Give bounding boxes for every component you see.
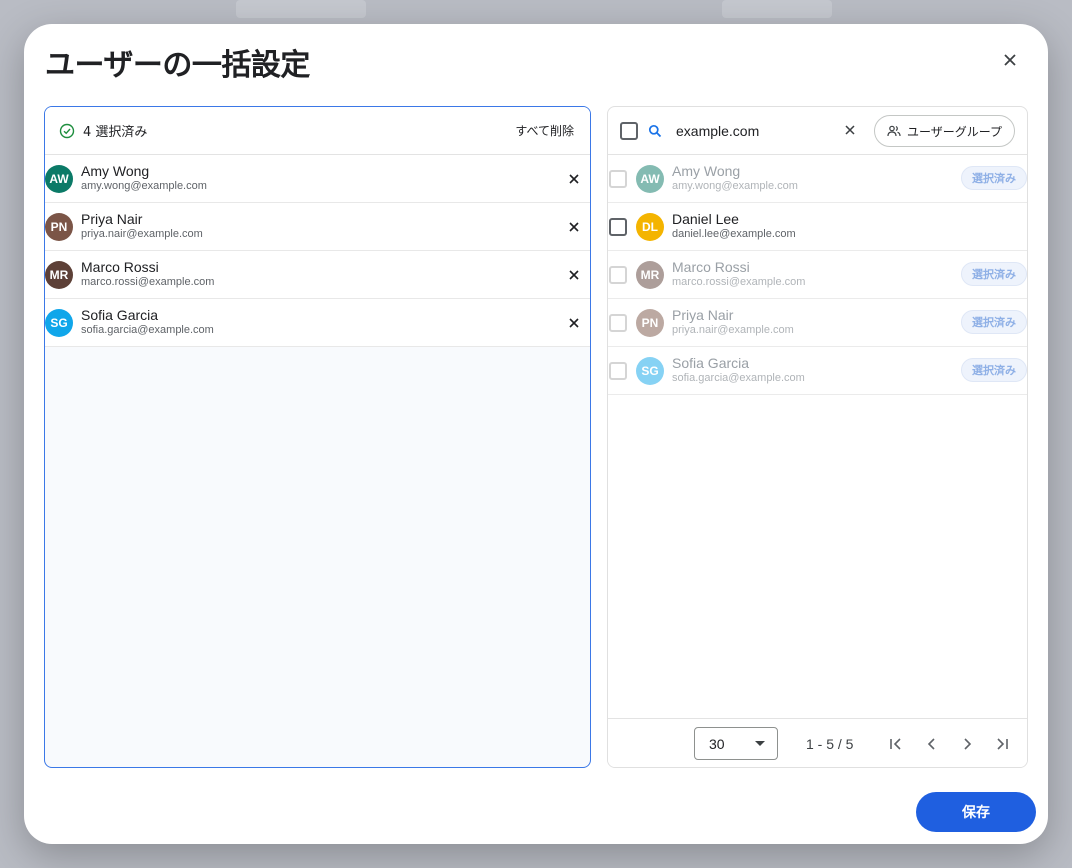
user-name: Priya Nair bbox=[672, 306, 734, 323]
selected-user-row: AW Amy Wong amy.wong@example.com bbox=[45, 155, 590, 203]
clear-all-button[interactable]: すべて削除 bbox=[515, 122, 574, 139]
user-email: priya.nair@example.com bbox=[81, 228, 203, 241]
chevron-right-icon bbox=[964, 738, 972, 750]
remove-user-button[interactable] bbox=[564, 313, 584, 333]
user-name: Marco Rossi bbox=[672, 258, 750, 275]
avatar: DL bbox=[636, 212, 664, 241]
user-info: Sofia Garcia sofia.garcia@example.com bbox=[81, 307, 214, 338]
avatar: MR bbox=[45, 260, 73, 289]
selected-users-panel: 4 選択済み すべて削除 AW Amy Wong amy.wong@example.… bbox=[44, 106, 591, 768]
pagination-bar: 30 1 - 5 / 5 bbox=[608, 718, 1027, 767]
dialog-title: ユーザーの一括設定 bbox=[45, 48, 310, 83]
user-email: marco.rossi@example.com bbox=[81, 276, 215, 289]
user-name: Marco Rossi bbox=[81, 258, 159, 275]
user-name: Daniel Lee bbox=[672, 210, 739, 227]
row-checkbox bbox=[609, 361, 627, 380]
user-name: Sofia Garcia bbox=[672, 354, 750, 371]
last-page-button[interactable] bbox=[990, 732, 1014, 756]
search-result-row: MR Marco Rossi marco.rossi@example.com 選択済み bbox=[608, 251, 1027, 299]
selected-chip: 選択済み bbox=[961, 262, 1027, 286]
row-checkbox bbox=[609, 265, 627, 284]
user-info: Sofia Garcia sofia.garcia@example.com bbox=[672, 355, 805, 386]
dropdown-caret-icon bbox=[755, 741, 765, 746]
user-email: priya.nair@example.com bbox=[672, 324, 794, 337]
remove-user-button[interactable] bbox=[564, 169, 584, 189]
user-group-button[interactable]: ユーザーグループ bbox=[874, 115, 1016, 147]
user-group-label: ユーザーグループ bbox=[907, 124, 1003, 139]
select-all-checkbox[interactable] bbox=[620, 121, 638, 140]
chevron-left-icon bbox=[927, 738, 935, 750]
bulk-user-dialog: ユーザーの一括設定 4 選択済み すべて削除 AW Amy Wong amy.won… bbox=[24, 24, 1048, 844]
background-page-hint bbox=[722, 0, 832, 18]
user-name: Sofia Garcia bbox=[81, 306, 159, 323]
close-icon bbox=[569, 318, 579, 328]
avatar: SG bbox=[45, 308, 73, 337]
user-name: Amy Wong bbox=[81, 162, 150, 179]
remove-user-button[interactable] bbox=[564, 265, 584, 285]
row-checkbox[interactable] bbox=[609, 217, 627, 236]
page-size-value: 30 bbox=[709, 735, 725, 752]
selected-user-row: SG Sofia Garcia sofia.garcia@example.com bbox=[45, 299, 590, 347]
search-result-row[interactable]: DL Daniel Lee daniel.lee@example.com bbox=[608, 203, 1027, 251]
search-result-row: AW Amy Wong amy.wong@example.com 選択済み bbox=[608, 155, 1027, 203]
avatar: PN bbox=[636, 308, 664, 337]
clear-search-button[interactable] bbox=[842, 122, 858, 138]
user-email: sofia.garcia@example.com bbox=[672, 372, 805, 385]
close-icon bbox=[569, 222, 579, 232]
user-name: Amy Wong bbox=[672, 162, 741, 179]
user-info: Amy Wong amy.wong@example.com bbox=[81, 163, 207, 194]
page-size-select[interactable]: 30 bbox=[694, 727, 778, 760]
background-page-hint bbox=[236, 0, 366, 18]
remove-user-button[interactable] bbox=[564, 217, 584, 237]
first-page-icon bbox=[890, 738, 901, 750]
avatar: SG bbox=[636, 356, 664, 385]
selected-chip: 選択済み bbox=[961, 310, 1027, 334]
selected-list: AW Amy Wong amy.wong@example.com PN Priya Na… bbox=[45, 155, 590, 347]
close-icon bbox=[569, 174, 579, 184]
close-icon bbox=[1004, 54, 1016, 66]
user-info: Daniel Lee daniel.lee@example.com bbox=[672, 211, 796, 242]
selected-chip: 選択済み bbox=[961, 358, 1027, 382]
selected-user-row: PN Priya Nair priya.nair@example.com bbox=[45, 203, 590, 251]
user-info: Marco Rossi marco.rossi@example.com bbox=[672, 259, 805, 290]
search-result-row: PN Priya Nair priya.nair@example.com 選択済み bbox=[608, 299, 1027, 347]
search-header: ユーザーグループ bbox=[608, 107, 1027, 155]
search-result-row: SG Sofia Garcia sofia.garcia@example.com 選択… bbox=[608, 347, 1027, 395]
close-icon bbox=[845, 125, 855, 135]
user-info: Amy Wong amy.wong@example.com bbox=[672, 163, 798, 194]
search-panel: ユーザーグループ AW Amy Wongamy.wong@example.com 選… bbox=[607, 106, 1028, 768]
user-email: daniel.lee@example.com bbox=[672, 228, 796, 241]
result-list: AW Amy Wong amy.wong@example.com 選択済み DL Dani… bbox=[608, 155, 1027, 395]
user-email: amy.wong@example.com bbox=[672, 180, 798, 193]
user-info: Priya Nair priya.nair@example.com bbox=[81, 211, 203, 242]
last-page-icon bbox=[997, 738, 1008, 750]
prev-page-button[interactable] bbox=[920, 732, 944, 756]
first-page-button[interactable] bbox=[884, 732, 908, 756]
user-info: Priya Nair priya.nair@example.com bbox=[672, 307, 794, 338]
avatar: MR bbox=[636, 260, 664, 289]
selected-header: 4 選択済み すべて削除 bbox=[45, 107, 590, 155]
avatar: AW bbox=[636, 164, 664, 193]
row-checkbox bbox=[609, 313, 627, 332]
selected-user-row: MR Marco Rossi marco.rossi@example.com bbox=[45, 251, 590, 299]
user-email: marco.rossi@example.com bbox=[672, 276, 806, 289]
page-range: 1 - 5 / 5 bbox=[806, 736, 854, 752]
selected-count: 4 選択済み bbox=[83, 125, 148, 140]
next-page-button[interactable] bbox=[955, 732, 979, 756]
close-button[interactable] bbox=[998, 48, 1022, 72]
row-checkbox bbox=[609, 169, 627, 188]
check-circle-icon bbox=[59, 123, 75, 138]
avatar: AW bbox=[45, 164, 73, 193]
save-button[interactable]: 保存 bbox=[916, 792, 1036, 832]
user-name: Priya Nair bbox=[81, 210, 143, 227]
user-email: sofia.garcia@example.com bbox=[81, 324, 214, 337]
close-icon bbox=[569, 270, 579, 280]
search-icon bbox=[648, 124, 662, 138]
user-email: amy.wong@example.com bbox=[81, 180, 207, 193]
search-input[interactable] bbox=[676, 122, 826, 139]
group-icon bbox=[887, 125, 901, 137]
selected-chip: 選択済み bbox=[961, 166, 1027, 190]
user-info: Marco Rossi marco.rossi@example.com bbox=[81, 259, 214, 290]
avatar: PN bbox=[45, 212, 73, 241]
